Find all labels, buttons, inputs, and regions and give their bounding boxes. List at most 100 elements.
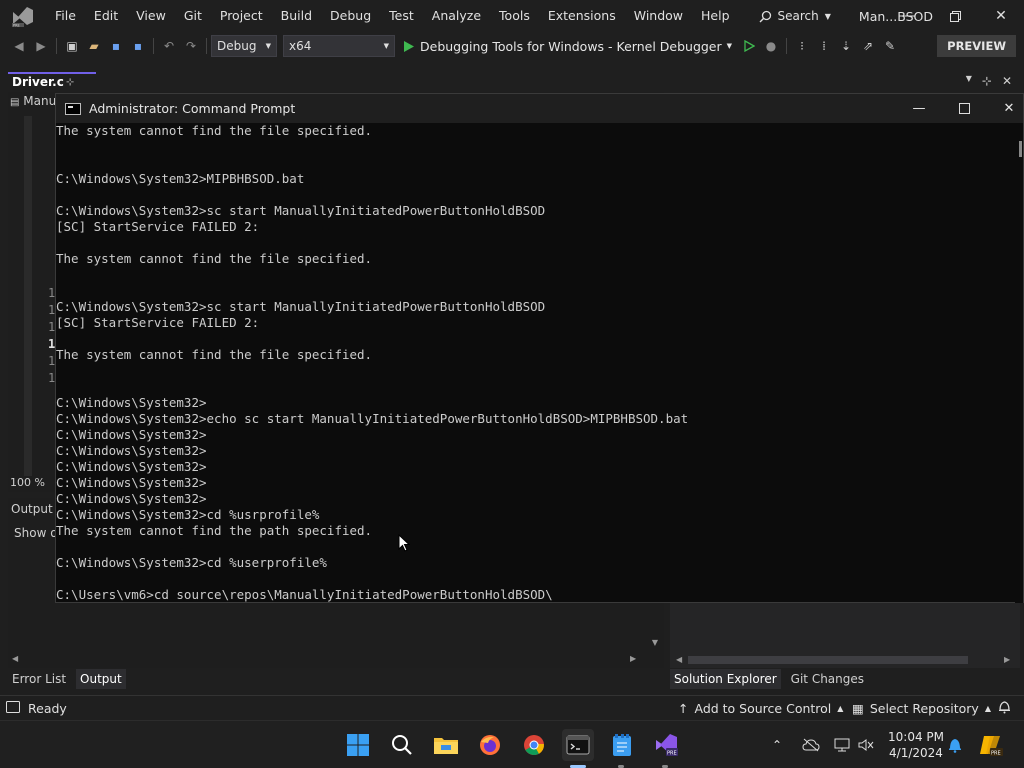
debug-target-label: Debugging Tools for Windows - Kernel Deb… bbox=[420, 38, 722, 54]
feedback-icon[interactable]: ✎ bbox=[879, 35, 901, 57]
start-button[interactable] bbox=[342, 729, 374, 761]
menu-file[interactable]: File bbox=[46, 0, 85, 32]
visual-studio-button[interactable]: PRE bbox=[650, 729, 682, 761]
toolbar-separator bbox=[786, 38, 788, 54]
pin-icon[interactable]: ⊹ bbox=[66, 74, 74, 91]
menu-window[interactable]: Window bbox=[625, 0, 692, 32]
menu-tools[interactable]: Tools bbox=[490, 0, 539, 32]
cmd-titlebar[interactable]: Administrator: Command Prompt — ✕ bbox=[56, 94, 1023, 123]
file-explorer-button[interactable] bbox=[430, 729, 462, 761]
breakpoint-step-icon[interactable]: ⁝ bbox=[791, 35, 813, 57]
tab-output[interactable]: Output bbox=[76, 669, 126, 689]
taskbar-clock[interactable]: 10:04 PM 4/1/2024 bbox=[878, 729, 954, 761]
cmd-close-button[interactable]: ✕ bbox=[986, 94, 1024, 123]
cmd-output-line: [SC] StartService FAILED 2: bbox=[56, 315, 260, 330]
editor-subtab[interactable]: ▤ Manu bbox=[10, 94, 56, 108]
document-tab-driver-c[interactable]: Driver.c ⊹ bbox=[8, 72, 96, 92]
arrow-up-icon: ↑ bbox=[678, 700, 689, 716]
visual-studio-icon: PRE bbox=[656, 734, 678, 757]
menu-debug[interactable]: Debug bbox=[321, 0, 380, 32]
menu-help[interactable]: Help bbox=[692, 0, 739, 32]
cmd-scroll-thumb[interactable] bbox=[1019, 141, 1022, 157]
cmd-scrollbar[interactable] bbox=[1015, 123, 1023, 603]
horizontal-scrollbar[interactable] bbox=[688, 656, 968, 664]
scroll-right-icon[interactable]: ▶ bbox=[1004, 655, 1010, 664]
save-all-icon[interactable]: ▪ bbox=[127, 35, 149, 57]
tab-git-changes[interactable]: Git Changes bbox=[787, 669, 868, 689]
restore-icon bbox=[949, 10, 961, 22]
taskbar-search-button[interactable] bbox=[386, 729, 418, 761]
show-hidden-icons-button[interactable]: ⌃ bbox=[772, 721, 782, 768]
navigate-back-icon[interactable]: ◀ bbox=[8, 35, 30, 57]
vs-minimize-button[interactable]: — bbox=[886, 0, 932, 32]
cmd-maximize-button[interactable] bbox=[941, 94, 987, 123]
chevron-down-icon: ▼ bbox=[383, 42, 389, 50]
menu-edit[interactable]: Edit bbox=[85, 0, 127, 32]
add-to-source-control-button[interactable]: ↑ Add to Source Control ▲ bbox=[678, 701, 843, 716]
cmd-output-line bbox=[56, 235, 1016, 251]
platform-select[interactable]: x64 ▼ bbox=[283, 35, 395, 57]
pin-icon[interactable]: ⊹ bbox=[982, 74, 992, 88]
chevron-down-icon: ▼ bbox=[726, 42, 733, 50]
menu-test[interactable]: Test bbox=[380, 0, 423, 32]
vs-logo-icon[interactable]: PRE bbox=[10, 5, 36, 28]
cmd-output-line bbox=[56, 187, 1016, 203]
step-icon[interactable]: ⁞ bbox=[813, 35, 835, 57]
network-tray-button[interactable] bbox=[834, 721, 850, 768]
vs-restore-button[interactable] bbox=[932, 0, 978, 32]
menu-view[interactable]: View bbox=[127, 0, 175, 32]
cmd-output[interactable]: The system cannot find the file specifie… bbox=[56, 123, 1016, 603]
repository-label: Select Repository bbox=[869, 700, 979, 716]
notifications-button[interactable] bbox=[948, 721, 962, 768]
dropdown-icon[interactable]: ▼ bbox=[966, 74, 972, 88]
cmd-output-line bbox=[56, 379, 1016, 395]
step-out-icon[interactable]: ⇣ bbox=[835, 35, 857, 57]
new-project-icon[interactable]: ▣ bbox=[61, 35, 83, 57]
menu-project[interactable]: Project bbox=[211, 0, 272, 32]
notepad-button[interactable] bbox=[606, 729, 638, 761]
document-tab-label: Driver.c bbox=[12, 75, 64, 89]
share-icon[interactable]: ⇗ bbox=[857, 35, 879, 57]
menu-extensions[interactable]: Extensions bbox=[539, 0, 625, 32]
scroll-left-icon[interactable]: ◀ bbox=[676, 655, 682, 664]
tab-solution-explorer[interactable]: Solution Explorer bbox=[670, 669, 781, 689]
preview-button[interactable]: PREVIEW bbox=[937, 35, 1016, 57]
open-folder-icon[interactable]: ▰ bbox=[83, 35, 105, 57]
navigate-forward-icon[interactable]: ▶ bbox=[30, 35, 52, 57]
copilot-button[interactable]: PRE bbox=[978, 721, 1004, 768]
terminal-button[interactable] bbox=[562, 729, 594, 761]
editor-margin bbox=[24, 116, 32, 476]
command-prompt-window[interactable]: Administrator: Command Prompt — ✕ The sy… bbox=[55, 93, 1024, 603]
volume-muted-icon bbox=[858, 739, 874, 751]
cmd-output-line bbox=[56, 283, 1016, 299]
redo-icon[interactable]: ↷ bbox=[180, 35, 202, 57]
output-pane-title: Output bbox=[11, 502, 53, 516]
cmd-output-line bbox=[56, 571, 1016, 587]
volume-tray-button[interactable] bbox=[858, 721, 874, 768]
onedrive-tray-button[interactable] bbox=[802, 721, 820, 768]
close-icon[interactable]: ✕ bbox=[1002, 74, 1012, 88]
scroll-down-icon[interactable]: ▼ bbox=[652, 638, 658, 647]
zoom-level[interactable]: 100 % bbox=[10, 476, 45, 489]
start-debugging-button[interactable]: Debugging Tools for Windows - Kernel Deb… bbox=[403, 39, 732, 54]
notification-bell-icon[interactable] bbox=[998, 700, 1011, 717]
chrome-button[interactable] bbox=[518, 729, 550, 761]
scroll-right-icon[interactable]: ▶ bbox=[630, 654, 636, 663]
hot-reload-icon[interactable]: ● bbox=[760, 35, 782, 57]
configuration-select[interactable]: Debug ▼ bbox=[211, 35, 277, 57]
vs-close-button[interactable]: ✕ bbox=[978, 0, 1024, 32]
save-icon[interactable]: ▪ bbox=[105, 35, 127, 57]
cmd-minimize-button[interactable]: — bbox=[896, 94, 942, 123]
vs-search-button[interactable]: Search ▼ bbox=[753, 9, 837, 23]
tab-error-list[interactable]: Error List bbox=[8, 669, 70, 689]
select-repository-button[interactable]: ▦ Select Repository ▲ bbox=[852, 701, 991, 716]
toolbar-separator bbox=[153, 38, 154, 54]
menu-analyze[interactable]: Analyze bbox=[423, 0, 490, 32]
undo-icon[interactable]: ↶ bbox=[158, 35, 180, 57]
terminal-icon bbox=[566, 735, 590, 755]
start-without-debugging-icon[interactable] bbox=[738, 35, 760, 57]
menu-git[interactable]: Git bbox=[175, 0, 211, 32]
menu-build[interactable]: Build bbox=[272, 0, 321, 32]
firefox-button[interactable] bbox=[474, 729, 506, 761]
scroll-left-icon[interactable]: ◀ bbox=[12, 654, 18, 663]
